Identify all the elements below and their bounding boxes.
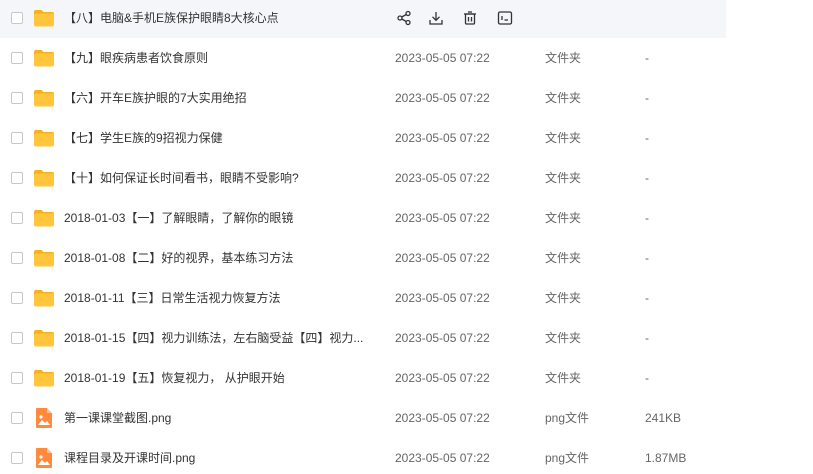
- table-row[interactable]: 【六】开车E族护眼的7大实用绝招 2023-05-05 07:22 文件夹 -: [0, 78, 726, 118]
- file-name[interactable]: 【七】学生E族的9招视力保健: [64, 130, 374, 146]
- folder-icon: [33, 207, 55, 229]
- modified-date: 2023-05-05 07:22: [395, 91, 490, 105]
- file-size: -: [645, 251, 649, 265]
- folder-icon: [33, 87, 55, 109]
- table-row[interactable]: 第一课课堂截图.png 2023-05-05 07:22 png文件 241KB: [0, 398, 726, 438]
- file-size: -: [645, 171, 649, 185]
- modified-date: 2023-05-05 07:22: [395, 131, 490, 145]
- file-name[interactable]: 2018-01-11【三】日常生活视力恢复方法: [64, 290, 374, 306]
- folder-icon: [33, 7, 55, 29]
- file-type: png文件: [545, 411, 590, 425]
- file-name[interactable]: 【六】开车E族护眼的7大实用绝招: [64, 90, 374, 106]
- row-checkbox[interactable]: [11, 452, 23, 464]
- file-name[interactable]: 【十】如何保证长时间看书，眼睛不受影响?: [64, 170, 374, 186]
- file-name[interactable]: 【九】眼疾病患者饮食原则: [64, 50, 374, 66]
- file-type: 文件夹: [545, 131, 582, 145]
- row-checkbox[interactable]: [11, 52, 23, 64]
- file-size: -: [645, 51, 649, 65]
- file-name[interactable]: 【八】电脑&手机E族保护眼睛8大核心点: [64, 10, 374, 26]
- file-type: 文件夹: [545, 371, 582, 385]
- modified-date: 2023-05-05 07:22: [395, 331, 490, 345]
- file-type: 文件夹: [545, 171, 582, 185]
- modified-date: 2023-05-05 07:22: [395, 451, 490, 465]
- table-row[interactable]: 【八】电脑&手机E族保护眼睛8大核心点: [0, 0, 726, 38]
- row-checkbox[interactable]: [11, 132, 23, 144]
- file-size: -: [645, 371, 649, 385]
- folder-icon: [33, 287, 55, 309]
- file-type: 文件夹: [545, 251, 582, 265]
- image-file-icon: [33, 447, 55, 469]
- row-checkbox[interactable]: [11, 412, 23, 424]
- folder-icon: [33, 47, 55, 69]
- file-size: -: [645, 131, 649, 145]
- table-row[interactable]: 2018-01-19【五】恢复视力， 从护眼开始 2023-05-05 07:22…: [0, 358, 726, 398]
- modified-date: 2023-05-05 07:22: [395, 371, 490, 385]
- file-name[interactable]: 2018-01-19【五】恢复视力， 从护眼开始: [64, 370, 374, 386]
- file-size: 241KB: [645, 411, 682, 425]
- file-name[interactable]: 2018-01-08【二】好的视界，基本练习方法: [64, 250, 374, 266]
- rename-icon[interactable]: [495, 8, 515, 28]
- row-checkbox[interactable]: [11, 332, 23, 344]
- delete-icon[interactable]: [460, 8, 480, 28]
- modified-date: 2023-05-05 07:22: [395, 251, 490, 265]
- modified-date: 2023-05-05 07:22: [395, 291, 490, 305]
- file-type: 文件夹: [545, 51, 582, 65]
- row-checkbox[interactable]: [11, 372, 23, 384]
- file-name[interactable]: 2018-01-03【一】了解眼睛，了解你的眼镜: [64, 210, 374, 226]
- file-type: 文件夹: [545, 211, 582, 225]
- row-checkbox[interactable]: [11, 252, 23, 264]
- row-checkbox[interactable]: [11, 212, 23, 224]
- file-type: png文件: [545, 451, 590, 465]
- table-row[interactable]: 2018-01-08【二】好的视界，基本练习方法 2023-05-05 07:22…: [0, 238, 726, 278]
- file-type: 文件夹: [545, 91, 582, 105]
- table-row[interactable]: 2018-01-11【三】日常生活视力恢复方法 2023-05-05 07:22 文…: [0, 278, 726, 318]
- file-size: -: [645, 291, 649, 305]
- file-name[interactable]: 第一课课堂截图.png: [64, 410, 374, 426]
- file-name[interactable]: 2018-01-15【四】视力训练法，左右脑受益【四】视力...: [64, 330, 374, 346]
- row-checkbox[interactable]: [11, 172, 23, 184]
- folder-icon: [33, 167, 55, 189]
- table-row[interactable]: 2018-01-03【一】了解眼睛，了解你的眼镜 2023-05-05 07:22…: [0, 198, 726, 238]
- file-list: 【八】电脑&手机E族保护眼睛8大核心点 【九】眼疾病患者饮食原则 2023-05-0…: [0, 0, 813, 474]
- share-icon[interactable]: [394, 8, 414, 28]
- folder-icon: [33, 327, 55, 349]
- row-checkbox[interactable]: [11, 12, 23, 24]
- table-row[interactable]: 课程目录及开课时间.png 2023-05-05 07:22 png文件 1.87MB: [0, 438, 726, 474]
- modified-date: 2023-05-05 07:22: [395, 51, 490, 65]
- file-type: 文件夹: [545, 331, 582, 345]
- file-size: 1.87MB: [645, 451, 687, 465]
- modified-date: 2023-05-05 07:22: [395, 411, 490, 425]
- folder-icon: [33, 127, 55, 149]
- folder-icon: [33, 367, 55, 389]
- file-size: -: [645, 211, 649, 225]
- image-file-icon: [33, 407, 55, 429]
- folder-icon: [33, 247, 55, 269]
- table-row[interactable]: 2018-01-15【四】视力训练法，左右脑受益【四】视力... 2023-05-…: [0, 318, 726, 358]
- modified-date: 2023-05-05 07:22: [395, 211, 490, 225]
- table-row[interactable]: 【十】如何保证长时间看书，眼睛不受影响? 2023-05-05 07:22 文件夹 -: [0, 158, 726, 198]
- file-name[interactable]: 课程目录及开课时间.png: [64, 450, 374, 466]
- table-row[interactable]: 【七】学生E族的9招视力保健 2023-05-05 07:22 文件夹 -: [0, 118, 726, 158]
- download-icon[interactable]: [426, 8, 446, 28]
- table-row[interactable]: 【九】眼疾病患者饮食原则 2023-05-05 07:22 文件夹 -: [0, 38, 726, 78]
- modified-date: 2023-05-05 07:22: [395, 171, 490, 185]
- file-size: -: [645, 331, 649, 345]
- file-type: 文件夹: [545, 291, 582, 305]
- row-checkbox[interactable]: [11, 292, 23, 304]
- file-size: -: [645, 91, 649, 105]
- row-checkbox[interactable]: [11, 92, 23, 104]
